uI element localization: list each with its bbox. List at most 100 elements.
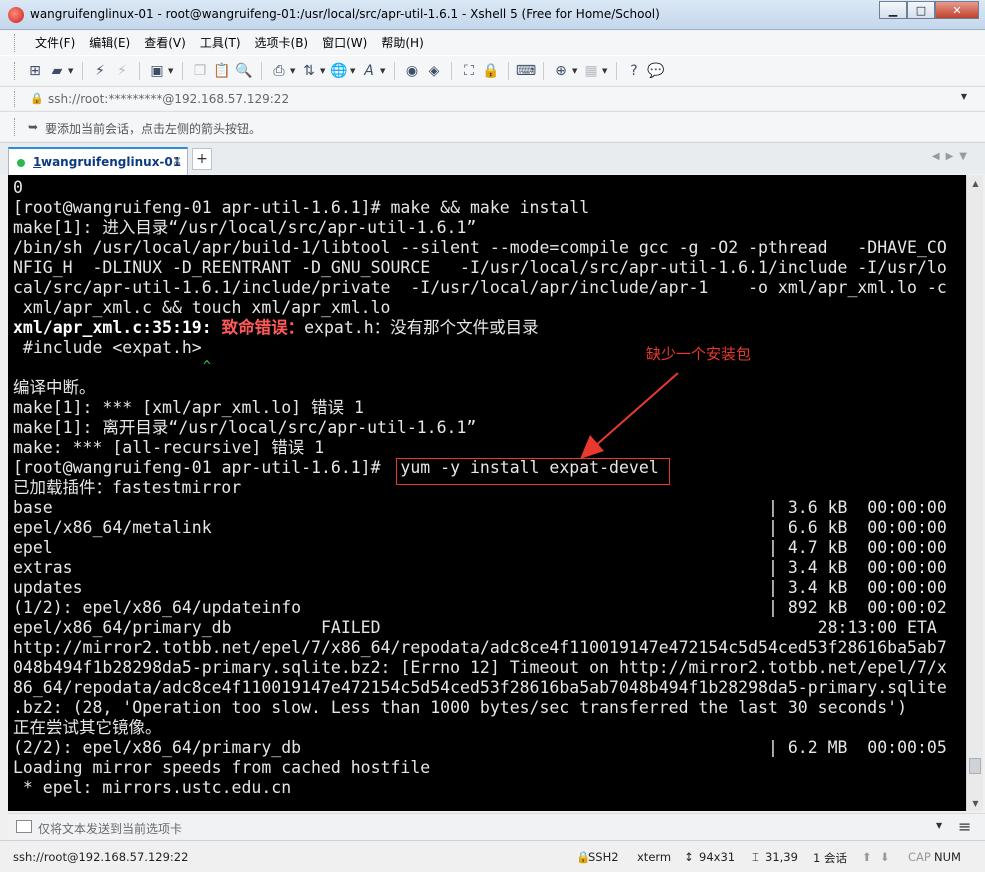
status-protocol: SSH2 — [588, 850, 619, 864]
status-down-icon[interactable]: ⬇ — [880, 850, 890, 864]
lock-icon[interactable]: 🔒 — [480, 61, 502, 81]
annotation-arrow — [580, 372, 679, 459]
terminal-line: 已加载插件：fastestmirror — [13, 478, 242, 497]
terminal-line: Loading mirror speeds from cached hostfi… — [13, 758, 431, 777]
title-bar: wangruifenglinux-01 - root@wangruifeng-0… — [0, 0, 985, 30]
tab-close-icon[interactable]: ✕ — [172, 154, 182, 168]
status-up-icon[interactable]: ⬆ — [862, 850, 872, 864]
menu-bar: 文件(F) 编辑(E) 查看(V) 工具(T) 选项卡(B) 窗口(W) 帮助(… — [0, 31, 985, 55]
arrow-icon[interactable]: ➥ — [28, 120, 38, 134]
minimize-button[interactable]: ▁ — [879, 1, 907, 19]
terminal-output[interactable]: 0 [root@wangruifeng-01 apr-util-1.6.1]# m… — [8, 175, 966, 811]
compose-bar: 仅将文本发送到当前选项卡 ▼ ≡ — [8, 813, 985, 839]
address-dropdown-icon[interactable]: ▼ — [961, 92, 967, 101]
terminal-line: 048b494f1b28298da5-primary.sqlite.bz2: [… — [13, 658, 947, 677]
add-window-icon[interactable]: ⊕ — [550, 61, 572, 81]
terminal-scrollbar[interactable]: ▲ ▼ — [966, 175, 983, 811]
menu-help[interactable]: 帮助(H) — [374, 35, 430, 52]
menu-tools[interactable]: 工具(T) — [193, 35, 248, 52]
close-button[interactable]: ✕ — [935, 1, 979, 19]
session-hint-bar: ➥ 要添加当前会话，点击左侧的箭头按钮。 — [0, 111, 985, 141]
compose-input[interactable]: 仅将文本发送到当前选项卡 — [38, 820, 182, 837]
terminal-line: (2/2): epel/x86_64/primary_db | 6.2 MB 0… — [13, 738, 947, 757]
compose-menu-icon[interactable]: ≡ — [958, 817, 971, 836]
address-bar: 🔒 ssh://root:*********@192.168.57.129:22… — [0, 86, 985, 110]
open-folder-icon[interactable]: ▰ — [46, 61, 68, 81]
terminal-line: epel | 4.7 kB 00:00:00 — [13, 538, 947, 557]
layout-icon[interactable]: ▦ — [580, 61, 602, 81]
transfer-dropdown-icon[interactable]: ▼ — [320, 67, 328, 75]
copy-icon[interactable]: ❐ — [189, 61, 211, 81]
reconnect-icon[interactable]: ⚡ — [89, 61, 111, 81]
fullscreen-icon[interactable]: ⛶ — [458, 61, 480, 81]
toolbar-separator — [261, 62, 262, 80]
terminal-line: 0 — [13, 178, 23, 197]
terminal-line: http://mirror2.totbb.net/epel/7/x86_64/r… — [13, 638, 947, 657]
xftp-icon[interactable]: ◉ — [401, 61, 423, 81]
scroll-thumb[interactable] — [969, 758, 981, 774]
connected-status-icon — [17, 159, 25, 167]
terminal-error-line: xml/apr_xml.c:35:19: 致命错误：expat.h：没有那个文件… — [13, 318, 539, 338]
paste-icon[interactable]: 📋 — [211, 61, 233, 81]
error-file-ref: xml/apr_xml.c:35:19: — [13, 318, 212, 337]
help-icon[interactable]: ? — [623, 61, 645, 81]
keyboard-icon[interactable]: ⌨ — [515, 61, 537, 81]
print-icon[interactable]: ⎙ — [268, 61, 290, 81]
terminal-line: /bin/sh /usr/local/apr/build-1/libtool -… — [13, 238, 947, 257]
maximize-button[interactable]: □ — [907, 1, 935, 19]
terminal-line: extras | 3.4 kB 00:00:00 — [13, 558, 947, 577]
add-window-dropdown-icon[interactable]: ▼ — [572, 67, 580, 75]
font-dropdown-icon[interactable]: ▼ — [380, 67, 388, 75]
terminal-line: (1/2): epel/x86_64/updateinfo | 892 kB 0… — [13, 598, 947, 617]
session-tab[interactable]: 1 wangruifenglinux-01 ✕ — [8, 147, 188, 175]
lock-icon: 🔒 — [30, 92, 44, 105]
menu-tab[interactable]: 选项卡(B) — [248, 35, 316, 52]
status-cursor: 31,39 — [765, 850, 798, 864]
globe-icon[interactable]: 🌐 — [328, 61, 350, 81]
window-controls: ▁ □ ✕ — [879, 1, 979, 19]
menu-window[interactable]: 窗口(W) — [315, 35, 374, 52]
status-size: 94x31 — [699, 850, 736, 864]
globe-dropdown-icon[interactable]: ▼ — [350, 67, 358, 75]
toolbar-separator — [394, 62, 395, 80]
session-hint-text: 要添加当前会话，点击左侧的箭头按钮。 — [45, 122, 262, 136]
address-bar-grip[interactable] — [14, 91, 17, 107]
font-icon[interactable]: A — [358, 61, 380, 81]
transfer-icon[interactable]: ⇅ — [298, 61, 320, 81]
status-bar: ssh://root@192.168.57.129:22 🔒 SSH2 xter… — [0, 840, 985, 872]
menu-view[interactable]: 查看(V) — [137, 35, 193, 52]
status-cursor-icon: ⌶ — [752, 850, 759, 864]
compose-icon[interactable] — [16, 820, 32, 833]
menu-edit[interactable]: 编辑(E) — [82, 35, 137, 52]
tab-scroll-icons[interactable]: ◀▶▼ — [932, 151, 973, 162]
menu-bar-grip[interactable] — [14, 34, 17, 52]
new-tab-button[interactable]: + — [192, 148, 212, 170]
terminal-line: cal/src/apr-util-1.6.1/include/private -… — [13, 278, 947, 297]
print-dropdown-icon[interactable]: ▼ — [290, 67, 298, 75]
chat-icon[interactable]: 💬 — [645, 61, 667, 81]
new-session-icon[interactable]: ⊞ — [24, 61, 46, 81]
layout-dropdown-icon[interactable]: ▼ — [602, 67, 610, 75]
disconnect-icon[interactable]: ⚡ — [111, 61, 133, 81]
properties-icon[interactable]: ▣ — [146, 61, 168, 81]
address-input[interactable]: ssh://root:*********@192.168.57.129:22 — [48, 92, 289, 106]
menu-file[interactable]: 文件(F) — [28, 35, 82, 52]
hint-bar-grip[interactable] — [14, 118, 17, 136]
find-icon[interactable]: 🔍 — [233, 61, 255, 81]
properties-dropdown-icon[interactable]: ▼ — [168, 67, 176, 75]
terminal-line: NFIG_H -DLINUX -D_REENTRANT -D_GNU_SOURC… — [13, 258, 947, 277]
xagent-icon[interactable]: ◈ — [423, 61, 445, 81]
toolbar-separator — [139, 62, 140, 80]
compose-dropdown-icon[interactable]: ▼ — [936, 821, 942, 830]
scroll-up-icon[interactable]: ▲ — [967, 175, 984, 191]
toolbar-separator — [82, 62, 83, 80]
open-dropdown-icon[interactable]: ▼ — [68, 67, 76, 75]
terminal-line: 正在尝试其它镜像。 — [13, 718, 162, 737]
toolbar-grip[interactable] — [14, 62, 17, 80]
toolbar-separator — [182, 62, 183, 80]
status-num: NUM — [934, 850, 961, 864]
xshell-app-icon[interactable] — [8, 7, 24, 23]
tab-bar: 1 wangruifenglinux-01 ✕ + ◀▶▼ — [0, 142, 985, 175]
scroll-down-icon[interactable]: ▼ — [967, 795, 984, 811]
annotation-text: 缺少一个安装包 — [646, 345, 752, 363]
